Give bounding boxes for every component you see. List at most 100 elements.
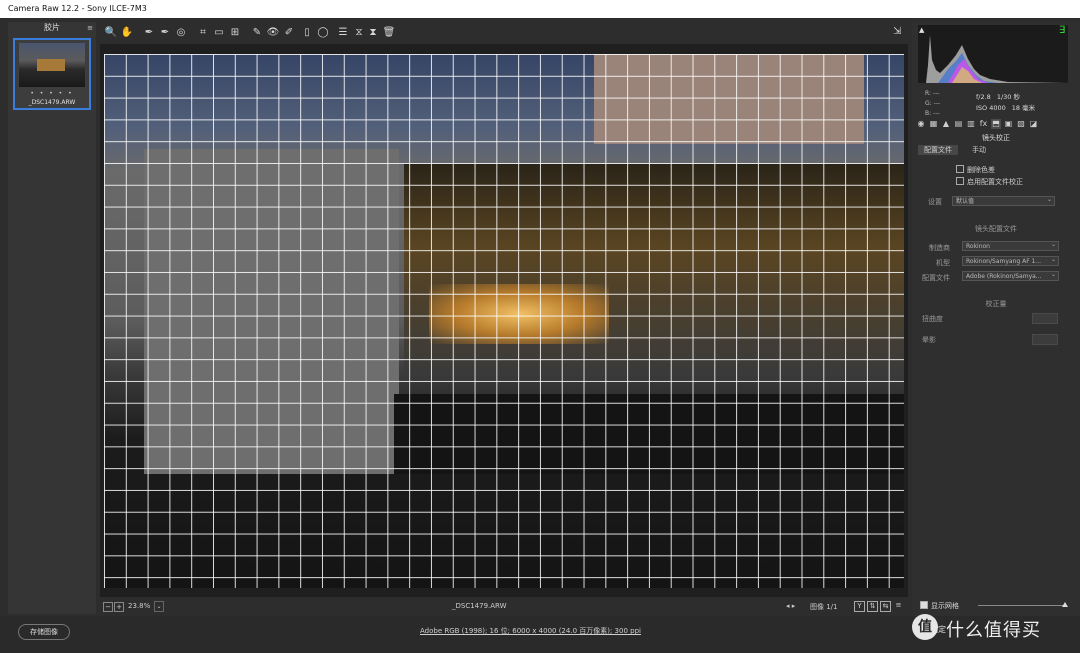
make-dropdown[interactable]: Rokinon	[962, 241, 1059, 251]
image-nav-arrows[interactable]: ◂ ▸	[786, 602, 795, 610]
rgb-readout: R: --- G: --- B: ---	[925, 89, 940, 119]
crop-icon[interactable]: ⌗	[196, 26, 210, 40]
grid-size-slider[interactable]	[978, 605, 1066, 606]
color-sampler-icon[interactable]: ✒	[158, 26, 172, 40]
green-readout: G: ---	[925, 100, 941, 107]
rotate-left-icon[interactable]: ⧖	[352, 26, 366, 40]
calibration-tab-icon[interactable]: ▣	[1004, 119, 1014, 129]
white-balance-icon[interactable]: ✒	[142, 26, 156, 40]
panel-tabs: ◉ ▦ ▲ ▤ ▥ fx ⬒ ▣ ▧ ◪	[916, 119, 1076, 131]
save-image-button[interactable]: 存储图像	[18, 624, 70, 640]
profile-label: 配置文件	[922, 274, 950, 282]
section-title: 镜头校正	[982, 134, 1010, 142]
distortion-value-field[interactable]	[1032, 313, 1058, 324]
canvas-filename: _DSC1479.ARW	[452, 602, 507, 610]
window-title: Camera Raw 12.2 - Sony ILCE-7M3	[8, 4, 147, 13]
aperture: f/2.8	[976, 93, 991, 101]
model-dropdown[interactable]: Rokinon/Samyang AF 1...	[962, 256, 1059, 266]
zoom-icon[interactable]: 🔍	[104, 26, 118, 40]
rating-stars[interactable]: • • • • •	[15, 90, 89, 97]
detail-tab-icon[interactable]: ▲	[941, 119, 951, 129]
vignette-value-field[interactable]	[1032, 334, 1058, 345]
snapshots-tab-icon[interactable]: ◪	[1029, 119, 1039, 129]
zoom-level: 23.8%	[128, 602, 151, 610]
histogram: ▲ ∃	[918, 25, 1068, 83]
grid-size-slider-handle[interactable]	[1062, 602, 1068, 607]
zoom-dropdown[interactable]: ⌄	[154, 601, 164, 612]
setup-dropdown[interactable]: 默认值	[952, 196, 1055, 206]
correction-amount-heading: 校正量	[985, 300, 1007, 308]
grid-overlay	[104, 54, 904, 588]
checkbox-box	[956, 165, 964, 173]
shadow-clipping-icon[interactable]: ▲	[919, 26, 924, 34]
radial-filter-icon[interactable]: ◯	[316, 26, 330, 40]
preferences-icon[interactable]: ☰	[336, 26, 350, 40]
focal-length: 18 毫米	[1011, 104, 1036, 112]
filmstrip-panel: 胶片 ≡ • • • • • _DSC1479.ARW	[8, 22, 96, 614]
show-grid-label: 显示网格	[931, 602, 959, 610]
spot-removal-icon[interactable]: ✎	[250, 26, 264, 40]
make-label: 制造商	[929, 244, 950, 252]
setup-label: 设置	[928, 198, 942, 206]
window-titlebar: Camera Raw 12.2 - Sony ILCE-7M3	[0, 0, 1080, 18]
filmstrip-menu-icon[interactable]: ≡	[87, 22, 93, 34]
tab-manual[interactable]: 手动	[966, 145, 992, 155]
image-canvas[interactable]	[100, 44, 908, 597]
filmstrip-header: 胶片 ≡	[8, 22, 96, 34]
adjustment-panel: ▲ ∃ R: --- G: --- B: --- f/2.8 1/30 秒 ISO…	[912, 22, 1080, 616]
filmstrip-thumbnail[interactable]: • • • • • _DSC1479.ARW	[13, 38, 91, 110]
hsl-tab-icon[interactable]: ▤	[954, 119, 964, 129]
zoom-in-button[interactable]: +	[114, 602, 124, 612]
blue-readout: B: ---	[925, 110, 940, 117]
profile-dropdown[interactable]: Adobe (Rokinon/Samya...	[962, 271, 1059, 281]
presets-tab-icon[interactable]: ▧	[1016, 119, 1026, 129]
fullscreen-icon[interactable]: ⇲	[893, 26, 901, 37]
zoom-out-button[interactable]: −	[103, 602, 113, 612]
iso: ISO 4000	[976, 104, 1006, 112]
canvas-footer: − + 23.8% ⌄ _DSC1479.ARW ◂ ▸ 图像 1/1 Y ⇅ …	[100, 600, 908, 614]
tab-profile[interactable]: 配置文件	[918, 145, 958, 155]
model-label: 机型	[936, 259, 950, 267]
tool-bar: ⇲ 🔍 ✋ ✒ ✒ ◎ ⌗ ▭ ⊞ ✎ 👁 ✐ ▯ ◯ ☰ ⧖ ⧗ 🗑	[100, 24, 908, 42]
watermark-logo: 值 什么值得买	[908, 610, 1080, 653]
tone-curve-tab-icon[interactable]: ▦	[929, 119, 939, 129]
copy-settings-button[interactable]: ⇆	[880, 601, 891, 612]
shutter-speed: 1/30 秒	[996, 93, 1020, 101]
histogram-graph	[926, 35, 1068, 83]
show-grid-checkbox[interactable]: 显示网格	[920, 601, 959, 610]
thumbnail-filename: _DSC1479.ARW	[28, 99, 76, 106]
checkbox-box	[920, 601, 928, 609]
effects-tab-icon[interactable]: fx	[979, 119, 989, 129]
adjustment-brush-icon[interactable]: ✐	[282, 26, 296, 40]
trash-icon[interactable]: 🗑	[382, 26, 396, 40]
filmstrip-title: 胶片	[44, 23, 60, 32]
lens-tab-icon[interactable]: ⬒	[991, 119, 1001, 129]
remove-ca-checkbox[interactable]: 删除色差	[956, 165, 995, 175]
red-eye-icon[interactable]: 👁	[266, 26, 280, 40]
transform-icon[interactable]: ⊞	[228, 26, 242, 40]
enable-profile-checkbox[interactable]: 启用配置文件校正	[956, 177, 1023, 187]
graduated-filter-icon[interactable]: ▯	[300, 26, 314, 40]
lens-profile-heading: 镜头配置文件	[975, 225, 1017, 233]
split-tone-tab-icon[interactable]: ▥	[966, 119, 976, 129]
straighten-icon[interactable]: ▭	[212, 26, 226, 40]
before-after-button[interactable]: Y	[854, 601, 865, 612]
highlight-clipping-icon[interactable]: ∃	[1059, 25, 1065, 36]
enable-profile-label: 启用配置文件校正	[967, 178, 1023, 186]
checkbox-box	[956, 177, 964, 185]
basic-tab-icon[interactable]: ◉	[916, 119, 926, 129]
swap-settings-button[interactable]: ⇅	[867, 601, 878, 612]
workflow-options-link[interactable]: Adobe RGB (1998); 16 位; 6000 x 4000 (24.…	[420, 626, 641, 636]
preview-prefs-icon[interactable]: ≡	[894, 601, 903, 610]
thumbnail-image	[19, 43, 85, 87]
distortion-label: 扭曲度	[922, 315, 943, 323]
vignette-label: 晕影	[922, 336, 936, 344]
photo-preview	[104, 54, 904, 588]
watermark-text: 什么值得买	[946, 620, 1041, 641]
image-count: 图像 1/1	[810, 603, 838, 611]
hand-icon[interactable]: ✋	[120, 26, 134, 40]
rotate-right-icon[interactable]: ⧗	[366, 26, 380, 40]
remove-ca-label: 删除色差	[967, 166, 995, 174]
targeted-adjust-icon[interactable]: ◎	[174, 26, 188, 40]
watermark-logo-icon: 值	[912, 614, 938, 640]
